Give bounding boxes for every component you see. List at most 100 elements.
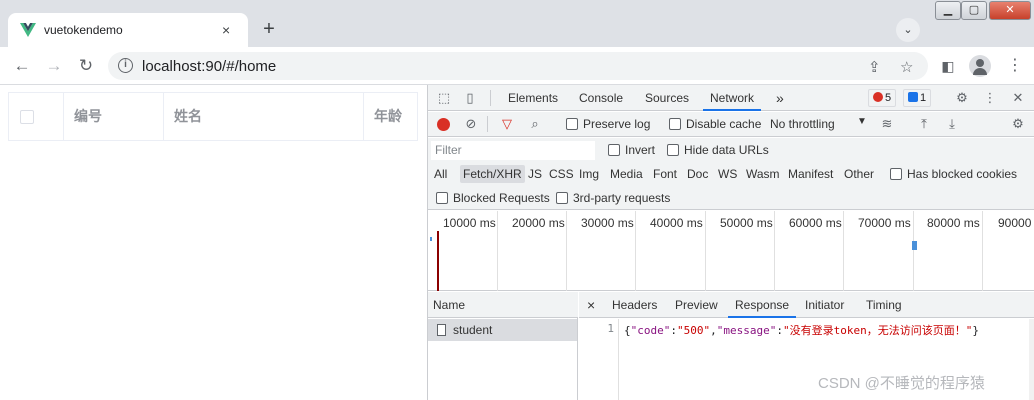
file-icon [437, 324, 446, 336]
request-row-student[interactable]: student [428, 319, 577, 341]
type-other[interactable]: Other [841, 165, 877, 183]
type-doc[interactable]: Doc [684, 165, 711, 183]
grid-line [774, 211, 775, 291]
window-close-button[interactable]: ✕ [989, 1, 1031, 20]
timeline-label: 10000 ms [443, 216, 496, 230]
network-conditions-icon[interactable]: ≋ [879, 116, 895, 132]
tab-response[interactable]: Response [728, 292, 797, 318]
devtools-menu-kebab-icon[interactable]: ⋮ [982, 90, 998, 106]
request-bar [912, 241, 917, 250]
url-text[interactable]: localhost:90/#/home [142, 58, 276, 75]
disable-cache-label: Disable cache [686, 117, 762, 131]
detail-close-icon[interactable]: × [587, 292, 595, 318]
tab-elements[interactable]: Elements [508, 85, 558, 111]
tab-headers[interactable]: Headers [612, 292, 657, 318]
more-tabs-chevron-icon[interactable]: » [776, 85, 784, 111]
select-all-cell [9, 93, 64, 140]
blocked-requests-label: Blocked Requests [453, 191, 550, 205]
message-count-badge[interactable]: 1 [903, 89, 932, 107]
timeline-label: 50000 ms [720, 216, 773, 230]
profile-avatar[interactable] [969, 55, 991, 77]
response-body[interactable]: {"code":"500","message":"没有登录token，无法访问该… [624, 322, 979, 338]
student-table-header: 编号 姓名 年龄 [8, 92, 418, 141]
type-font[interactable]: Font [650, 165, 680, 183]
type-fetch-xhr[interactable]: Fetch/XHR [460, 165, 525, 183]
tab-sources[interactable]: Sources [645, 85, 689, 111]
tab-initiator[interactable]: Initiator [805, 292, 844, 318]
device-toolbar-icon[interactable]: ▯ [462, 90, 478, 106]
maximize-button[interactable]: ▢ [961, 1, 987, 20]
timeline-label: 90000 [998, 216, 1032, 230]
filter-funnel-icon[interactable]: ▽ [499, 116, 515, 132]
network-settings-gear-icon[interactable]: ⚙ [1010, 116, 1026, 132]
clear-icon[interactable]: ⊘ [463, 116, 479, 132]
json-value-code: "500" [677, 324, 711, 337]
throttling-select[interactable]: No throttling [770, 117, 835, 131]
tab-search-chevron-icon[interactable]: ⌄ [896, 18, 920, 42]
side-panel-icon[interactable]: ◧ [938, 56, 958, 76]
watermark: CSDN @不睡觉的程序猿 [818, 375, 985, 392]
request-name-column: Name student [428, 292, 578, 400]
vertical-scrollbar[interactable] [1029, 319, 1034, 400]
hide-data-urls-checkbox[interactable] [667, 144, 679, 156]
blocked-requests-checkbox[interactable] [436, 192, 448, 204]
invert-checkbox[interactable] [608, 144, 620, 156]
error-count-badge[interactable]: 5 [868, 89, 897, 107]
line-number: 1 [607, 322, 614, 335]
minimize-button[interactable]: ▁ [935, 1, 961, 20]
filter-input[interactable]: Filter [431, 141, 595, 160]
site-info-icon[interactable]: i [118, 58, 133, 73]
vue-logo-icon [20, 23, 36, 37]
disable-cache-checkbox[interactable] [669, 118, 681, 130]
import-har-icon[interactable]: ⤒ [916, 116, 932, 132]
export-har-icon[interactable]: ⤓ [944, 116, 960, 132]
grid-line [982, 211, 983, 291]
preserve-log-checkbox[interactable] [566, 118, 578, 130]
tab-close-icon[interactable]: × [222, 22, 230, 38]
name-column-header[interactable]: Name [428, 292, 578, 318]
type-css[interactable]: CSS [546, 165, 577, 183]
record-icon[interactable] [437, 118, 450, 131]
settings-gear-icon[interactable]: ⚙ [954, 90, 970, 106]
devtools-panel: ⬚ ▯ Elements Console Sources Network » 5… [427, 85, 1034, 400]
type-js[interactable]: JS [525, 165, 545, 183]
bookmark-star-icon[interactable]: ☆ [900, 58, 913, 76]
json-key-code: "code" [630, 324, 671, 337]
new-tab-button[interactable]: + [256, 17, 282, 43]
timeline-label: 70000 ms [858, 216, 911, 230]
grid-line [635, 211, 636, 291]
type-img[interactable]: Img [576, 165, 602, 183]
third-party-label: 3rd-party requests [573, 191, 671, 205]
share-icon[interactable]: ⇪ [868, 58, 881, 76]
json-key-message: "message" [716, 324, 777, 337]
type-all[interactable]: All [431, 165, 450, 183]
tab-preview[interactable]: Preview [675, 292, 718, 318]
address-bar[interactable]: i localhost:90/#/home ⇪ ☆ [108, 52, 928, 80]
third-party-checkbox[interactable] [556, 192, 568, 204]
grid-line [566, 211, 567, 291]
select-all-checkbox[interactable] [20, 110, 34, 124]
network-timeline-overview[interactable]: 10000 ms 20000 ms 30000 ms 40000 ms 5000… [428, 211, 1034, 291]
grid-line [913, 211, 914, 291]
type-ws[interactable]: WS [715, 165, 740, 183]
inspect-element-icon[interactable]: ⬚ [436, 90, 452, 106]
type-manifest[interactable]: Manifest [785, 165, 836, 183]
back-arrow-icon[interactable]: ← [12, 56, 32, 76]
timeline-label: 60000 ms [789, 216, 842, 230]
column-header-id: 编号 [64, 93, 164, 140]
has-blocked-cookies-checkbox[interactable] [890, 168, 902, 180]
type-wasm[interactable]: Wasm [743, 165, 783, 183]
search-icon[interactable]: ⌕ [527, 116, 543, 132]
type-media[interactable]: Media [607, 165, 646, 183]
reload-icon[interactable]: ↻ [76, 56, 96, 76]
devtools-close-icon[interactable]: ✕ [1010, 90, 1026, 106]
hide-data-urls-label: Hide data URLs [684, 143, 769, 157]
menu-kebab-icon[interactable]: ⋮ [1005, 56, 1025, 76]
column-header-age: 年龄 [374, 108, 402, 124]
tab-network[interactable]: Network [703, 85, 762, 111]
forward-arrow-icon[interactable]: → [44, 56, 64, 76]
browser-tab[interactable]: vuetokendemo × [8, 13, 248, 47]
tab-timing[interactable]: Timing [866, 292, 902, 318]
throttling-dropdown-icon[interactable]: ▼ [857, 116, 867, 127]
tab-console[interactable]: Console [579, 85, 623, 111]
